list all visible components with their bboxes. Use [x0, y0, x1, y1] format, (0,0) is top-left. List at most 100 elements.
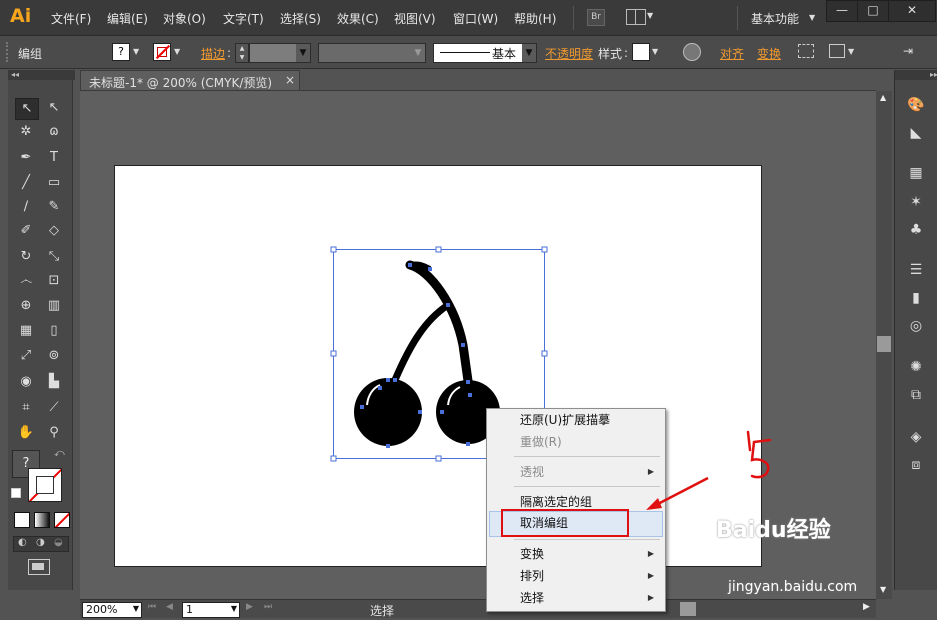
type-tool-icon[interactable]: T: [43, 148, 65, 168]
color-mode-icon[interactable]: [14, 512, 30, 528]
horizontal-scroll-thumb[interactable]: [680, 602, 696, 616]
gradient-mode-icon[interactable]: [34, 512, 50, 528]
color-panel-icon[interactable]: 🎨: [905, 94, 927, 116]
align-link[interactable]: 对齐: [720, 45, 744, 62]
scale-tool-icon[interactable]: ⤡: [43, 247, 65, 267]
magic-wand-tool-icon[interactable]: ✲: [15, 122, 37, 142]
menu-type[interactable]: 文字(T): [223, 10, 264, 27]
isolate-group-icon[interactable]: [798, 44, 814, 58]
opacity-link[interactable]: 不透明度: [545, 45, 593, 62]
draw-mode-buttons[interactable]: ◐ ◑ ◒: [13, 536, 69, 552]
document-tab[interactable]: 未标题-1* @ 200% (CMYK/预览) ×: [80, 70, 300, 92]
vertical-scrollbar[interactable]: ▲ ▼: [876, 91, 892, 599]
stroke-color-box[interactable]: [28, 468, 62, 502]
warp-tool-icon[interactable]: ෴: [15, 271, 37, 291]
artboard-tool-icon[interactable]: ⌗: [15, 398, 37, 418]
blend-tool-icon[interactable]: ⊚: [43, 346, 65, 366]
scroll-right-icon[interactable]: ▶: [863, 602, 870, 612]
gradient-panel-icon[interactable]: ▮: [905, 287, 927, 309]
screen-mode-icon[interactable]: [28, 559, 50, 575]
artboards-panel-icon[interactable]: ⧈: [905, 454, 927, 476]
hand-tool-icon[interactable]: ✋: [15, 423, 37, 443]
stroke-weight-input[interactable]: ▼: [249, 43, 311, 63]
line-tool-icon[interactable]: ╱: [15, 173, 37, 193]
variable-width-dropdown[interactable]: ▼: [318, 43, 426, 63]
arrange-documents-icon[interactable]: [626, 9, 646, 25]
chevron-down-icon[interactable]: ▼: [133, 47, 139, 56]
chevron-down-icon[interactable]: ▼: [133, 604, 139, 613]
expand-panels-icon[interactable]: ▸▸: [895, 70, 937, 80]
menu-help[interactable]: 帮助(H): [514, 10, 556, 27]
stroke-link[interactable]: 描边: [201, 45, 225, 62]
stroke-panel-icon[interactable]: ☰: [905, 259, 927, 281]
mesh-tool-icon[interactable]: ▦: [15, 321, 37, 341]
swatches-panel-icon[interactable]: ▦: [905, 162, 927, 184]
maximize-button[interactable]: □: [857, 0, 889, 22]
panel-menu-icon[interactable]: ⇥: [903, 44, 913, 58]
lasso-tool-icon[interactable]: ɷ: [43, 122, 65, 142]
paintbrush-tool-icon[interactable]: ∕: [15, 197, 37, 217]
direct-selection-tool-icon[interactable]: ↖: [43, 98, 65, 118]
chevron-down-icon[interactable]: ▼: [231, 604, 237, 613]
next-artboard-icon[interactable]: ▶: [246, 602, 253, 612]
perspective-grid-tool-icon[interactable]: ▥: [43, 296, 65, 316]
selection-tool-icon[interactable]: ↖: [15, 98, 39, 120]
stroke-swatch[interactable]: [153, 43, 171, 61]
menu-edit[interactable]: 编辑(E): [107, 10, 148, 27]
last-artboard-icon[interactable]: ⏭: [264, 602, 272, 612]
transparency-panel-icon[interactable]: ◎: [905, 315, 927, 337]
menu-select[interactable]: 选择(S): [280, 10, 321, 27]
chevron-down-icon[interactable]: ▼: [848, 47, 854, 56]
eraser-tool-icon[interactable]: ◇: [43, 221, 65, 241]
layers-panel-icon[interactable]: ◈: [905, 426, 927, 448]
pencil-tool-icon[interactable]: ✎: [43, 197, 65, 217]
swap-fill-stroke-icon[interactable]: ⤺: [54, 448, 65, 459]
free-transform-tool-icon[interactable]: ⊡: [43, 271, 65, 291]
brush-profile-dropdown[interactable]: 基本 ▼: [433, 43, 537, 63]
symbols-panel-icon[interactable]: ♣: [905, 219, 927, 241]
brushes-panel-icon[interactable]: ✶: [905, 191, 927, 213]
menu-item-undo[interactable]: 还原(U)扩展描摹: [486, 410, 664, 430]
artboard-number-input[interactable]: 1 ▼: [182, 602, 240, 618]
menu-view[interactable]: 视图(V): [394, 10, 436, 27]
rectangle-tool-icon[interactable]: ▭: [43, 173, 65, 193]
vertical-scroll-thumb[interactable]: [877, 336, 891, 352]
symbol-sprayer-tool-icon[interactable]: ◉: [15, 372, 37, 392]
menu-window[interactable]: 窗口(W): [453, 10, 498, 27]
eyedropper-tool-icon[interactable]: ⤢: [15, 346, 37, 366]
appearance-panel-icon[interactable]: ✺: [905, 356, 927, 378]
gradient-tool-icon[interactable]: ▯: [43, 321, 65, 341]
menu-item-arrange[interactable]: 排列 ▶: [486, 566, 664, 586]
menu-item-transform[interactable]: 变换 ▶: [486, 544, 664, 564]
chevron-down-icon[interactable]: ▼: [174, 47, 180, 56]
menu-effect[interactable]: 效果(C): [337, 10, 379, 27]
minimize-button[interactable]: —: [826, 0, 858, 22]
graphic-styles-panel-icon[interactable]: ⧉: [905, 384, 927, 406]
recolor-artwork-icon[interactable]: [683, 43, 701, 61]
menu-object[interactable]: 对象(O): [163, 10, 206, 27]
workspace-switcher[interactable]: 基本功能: [751, 10, 799, 27]
shape-builder-tool-icon[interactable]: ⊕: [15, 296, 37, 316]
style-swatch[interactable]: [632, 43, 650, 61]
menu-file[interactable]: 文件(F): [51, 10, 91, 27]
prev-artboard-icon[interactable]: ◀: [166, 602, 173, 612]
color-guide-panel-icon[interactable]: ◣: [905, 122, 927, 144]
transform-link[interactable]: 变换: [757, 45, 781, 62]
bridge-button[interactable]: Br: [587, 9, 605, 26]
collapse-tools-icon[interactable]: ◂◂: [8, 70, 75, 80]
slice-tool-icon[interactable]: ⟋: [43, 398, 65, 418]
default-colors-icon[interactable]: [11, 488, 21, 498]
zoom-dropdown[interactable]: 200% ▼: [82, 602, 142, 618]
rotate-tool-icon[interactable]: ↻: [15, 247, 37, 267]
close-tab-icon[interactable]: ×: [285, 73, 295, 87]
zoom-tool-icon[interactable]: ⚲: [43, 423, 65, 443]
puppet-warp-icon[interactable]: [829, 44, 845, 58]
chevron-down-icon[interactable]: ▼: [809, 13, 815, 22]
stroke-weight-stepper[interactable]: ▲ ▼: [235, 43, 249, 63]
fill-swatch[interactable]: ?: [112, 43, 130, 61]
scroll-up-icon[interactable]: ▲: [880, 93, 886, 102]
pen-tool-icon[interactable]: ✒: [15, 148, 37, 168]
first-artboard-icon[interactable]: ⏮: [148, 602, 156, 612]
blob-brush-tool-icon[interactable]: ✐: [15, 221, 37, 241]
chevron-down-icon[interactable]: ▼: [652, 47, 658, 56]
